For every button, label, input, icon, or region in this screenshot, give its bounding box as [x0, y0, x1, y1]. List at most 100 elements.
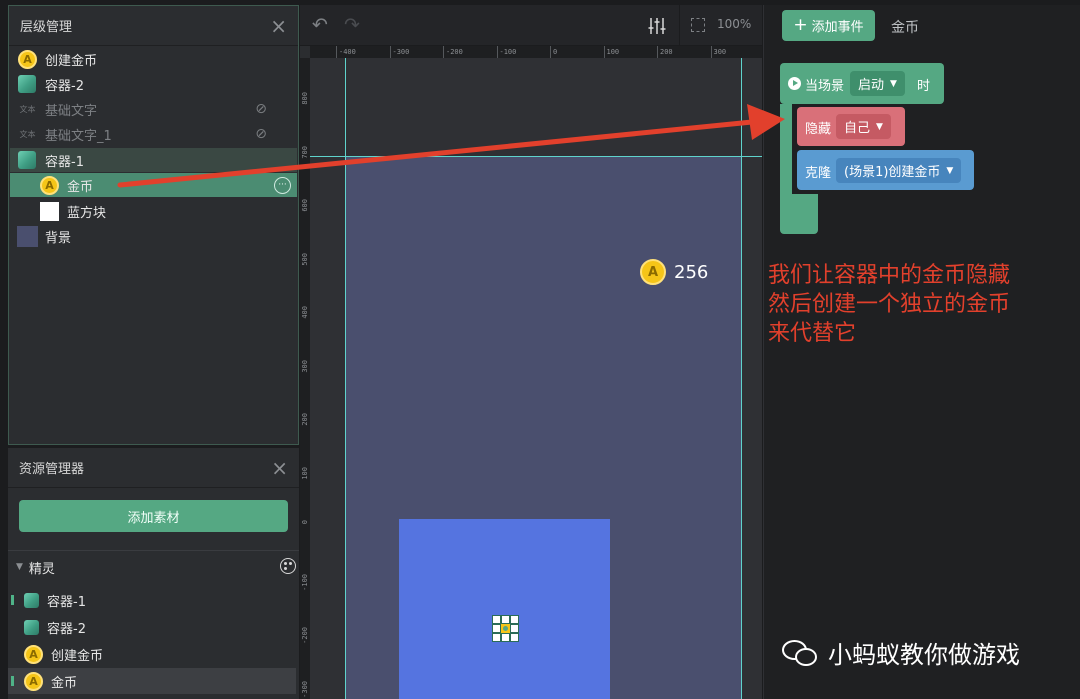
asset-item[interactable]: 容器-1	[8, 587, 296, 613]
ruler-tick-label: 300	[710, 46, 726, 58]
coin-icon: A	[24, 671, 43, 691]
watermark: 小蚂蚁教你做游戏	[782, 635, 1020, 670]
resize-handle[interactable]	[501, 633, 510, 642]
resize-handle[interactable]	[510, 633, 519, 642]
dropdown-arrow-icon: ▼	[876, 121, 883, 132]
play-icon	[788, 77, 801, 90]
asset-item[interactable]: A 创建金币	[8, 641, 296, 667]
layer-label: 金币	[67, 179, 94, 195]
guide-line-vertical	[741, 58, 742, 699]
scene-editor: ↶ ↷ 100% -400 -300 -200 -100 0 100 200 300 400 8…	[300, 5, 780, 699]
adjust-sliders-icon[interactable]	[648, 17, 666, 35]
ruler-tick-label: -300	[389, 46, 409, 58]
ruler-tick-label: -100	[496, 46, 516, 58]
scene-start-event-block[interactable]: 当场景 启动 ▼ 时	[780, 63, 944, 104]
collapse-triangle-icon[interactable]: ▼	[16, 562, 23, 572]
cube-icon	[18, 151, 36, 169]
sprite-group-header[interactable]: ▼ 精灵	[16, 556, 296, 578]
watermark-text: 小蚂蚁教你做游戏	[828, 641, 1020, 669]
eye-hidden-icon[interactable]: ⊘	[255, 101, 267, 117]
hide-action-block[interactable]: 隐藏 自己 ▼	[797, 107, 905, 146]
horizontal-ruler: -400-300-200-1000100200300400	[310, 46, 780, 58]
clone-target-dropdown[interactable]: (场景1)创建金币 ▼	[836, 158, 962, 183]
layer-item[interactable]: 蓝方块	[10, 199, 297, 223]
event-panel: + 添加事件 金币 当场景 启动 ▼ 时 隐藏 自己 ▼ 克隆 (场景1)创建金…	[763, 5, 1080, 699]
cube-icon	[24, 619, 39, 635]
background-box-icon	[17, 225, 38, 247]
cube-icon	[24, 592, 39, 608]
plus-icon: +	[793, 15, 808, 35]
coin-score-display[interactable]: A 256	[640, 259, 708, 285]
hide-target-dropdown[interactable]: 自己 ▼	[836, 114, 891, 139]
ruler-tick-label: -200	[443, 46, 463, 58]
palette-icon[interactable]	[280, 558, 296, 574]
ruler-tick-label: -300	[301, 680, 309, 698]
blue-box-sprite[interactable]	[399, 519, 610, 699]
cube-icon	[18, 75, 36, 93]
layer-label: 容器-2	[45, 78, 84, 94]
vertical-ruler: 800 700 600 500 400 300 200 100 0 -100 -200 -300	[300, 58, 310, 699]
layer-item[interactable]: 容器-2	[10, 72, 297, 96]
resize-handle[interactable]	[492, 633, 501, 642]
trigger-value: 启动	[858, 78, 885, 93]
resize-handle[interactable]	[501, 615, 510, 624]
zoom-level[interactable]: 100%	[717, 17, 751, 31]
fit-screen-icon[interactable]	[691, 18, 705, 32]
ruler-tick-label: 300	[301, 359, 309, 373]
asset-label: 创建金币	[51, 648, 104, 664]
when-suffix-label: 时	[917, 79, 931, 94]
coin-icon: A	[40, 175, 59, 195]
asset-item-selected[interactable]: A 金币	[8, 668, 296, 694]
clone-target-value: (场景1)创建金币	[844, 165, 941, 180]
dropdown-arrow-icon: ▼	[946, 165, 954, 176]
assets-header: 资源管理器 ×	[8, 448, 299, 488]
resize-handle[interactable]	[510, 624, 519, 633]
ruler-tick-label: 800	[301, 92, 309, 105]
event-block-stem	[780, 104, 792, 194]
asset-item[interactable]: 容器-2	[8, 614, 296, 640]
layer-label: 创建金币	[45, 53, 98, 69]
ruler-tick-label: -400	[336, 46, 356, 58]
annotation-text: 我们让容器中的金币隐藏 然后创建一个独立的金币 来代替它	[768, 261, 1073, 348]
more-options-icon[interactable]: ···	[274, 176, 291, 194]
hierarchy-panel: 层级管理 × A 创建金币 容器-2 文本 基础文字 ⊘ 文本 基础文字_1 ⊘…	[8, 5, 299, 445]
annotation-line: 然后创建一个独立的金币	[768, 292, 1011, 317]
layer-item-selected[interactable]: A 金币 ···	[10, 173, 297, 197]
eye-hidden-icon[interactable]: ⊘	[255, 126, 267, 142]
assets-title: 资源管理器	[19, 462, 85, 477]
divider	[679, 5, 680, 46]
layer-item[interactable]: 文本 基础文字_1 ⊘	[10, 122, 297, 146]
undo-icon[interactable]: ↶	[312, 14, 328, 36]
event-target-title: 金币	[891, 20, 919, 36]
add-event-button[interactable]: + 添加事件	[782, 10, 875, 41]
ruler-tick-label: 700	[301, 145, 309, 159]
hierarchy-header: 层级管理 ×	[9, 6, 298, 46]
redo-icon[interactable]: ↷	[344, 14, 360, 36]
annotation-line: 我们让容器中的金币隐藏	[768, 263, 1011, 288]
text-icon: 文本	[19, 104, 36, 114]
canvas-area[interactable]: A 256	[310, 58, 762, 699]
editor-toolbar: ↶ ↷ 100%	[300, 5, 762, 46]
layer-item-group[interactable]: 容器-1	[10, 148, 297, 172]
white-box-icon	[40, 201, 59, 221]
hierarchy-title: 层级管理	[20, 20, 73, 35]
layer-item[interactable]: A 创建金币	[10, 47, 297, 71]
close-icon[interactable]: ×	[270, 16, 287, 36]
layer-label: 容器-1	[45, 154, 84, 170]
clone-action-block[interactable]: 克隆 (场景1)创建金币 ▼	[797, 150, 974, 190]
when-scene-label: 当场景	[805, 79, 845, 94]
selected-coin-sprite[interactable]	[492, 615, 519, 642]
add-asset-button[interactable]: 添加素材	[19, 500, 288, 532]
resize-handle[interactable]	[510, 615, 519, 624]
sprite-group-label: 精灵	[28, 561, 55, 577]
trigger-dropdown[interactable]: 启动 ▼	[850, 71, 905, 96]
layer-label: 基础文字_1	[45, 128, 112, 144]
coin-icon: A	[640, 259, 666, 285]
resize-handle[interactable]	[492, 624, 501, 633]
layer-item[interactable]: 文本 基础文字 ⊘	[10, 97, 297, 121]
ruler-tick-label: 200	[657, 46, 673, 58]
layer-item[interactable]: 背景	[10, 224, 297, 248]
close-icon[interactable]: ×	[271, 458, 288, 478]
resize-handle[interactable]	[492, 615, 501, 624]
ruler-tick-label: 100	[603, 46, 619, 58]
